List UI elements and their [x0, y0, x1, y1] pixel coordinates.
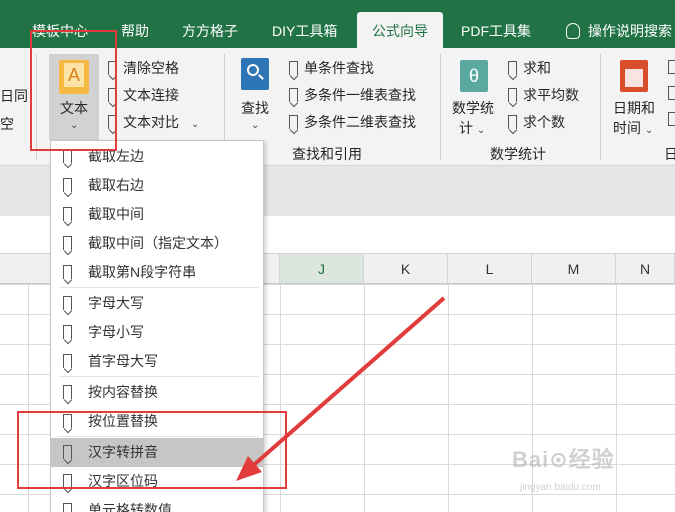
watermark-logo: Bai⊙经验 — [512, 447, 615, 472]
watermark-url: jingyan.baidu.com — [520, 482, 601, 493]
annotation-arrow — [236, 296, 446, 481]
arrow-shaft — [246, 296, 446, 472]
